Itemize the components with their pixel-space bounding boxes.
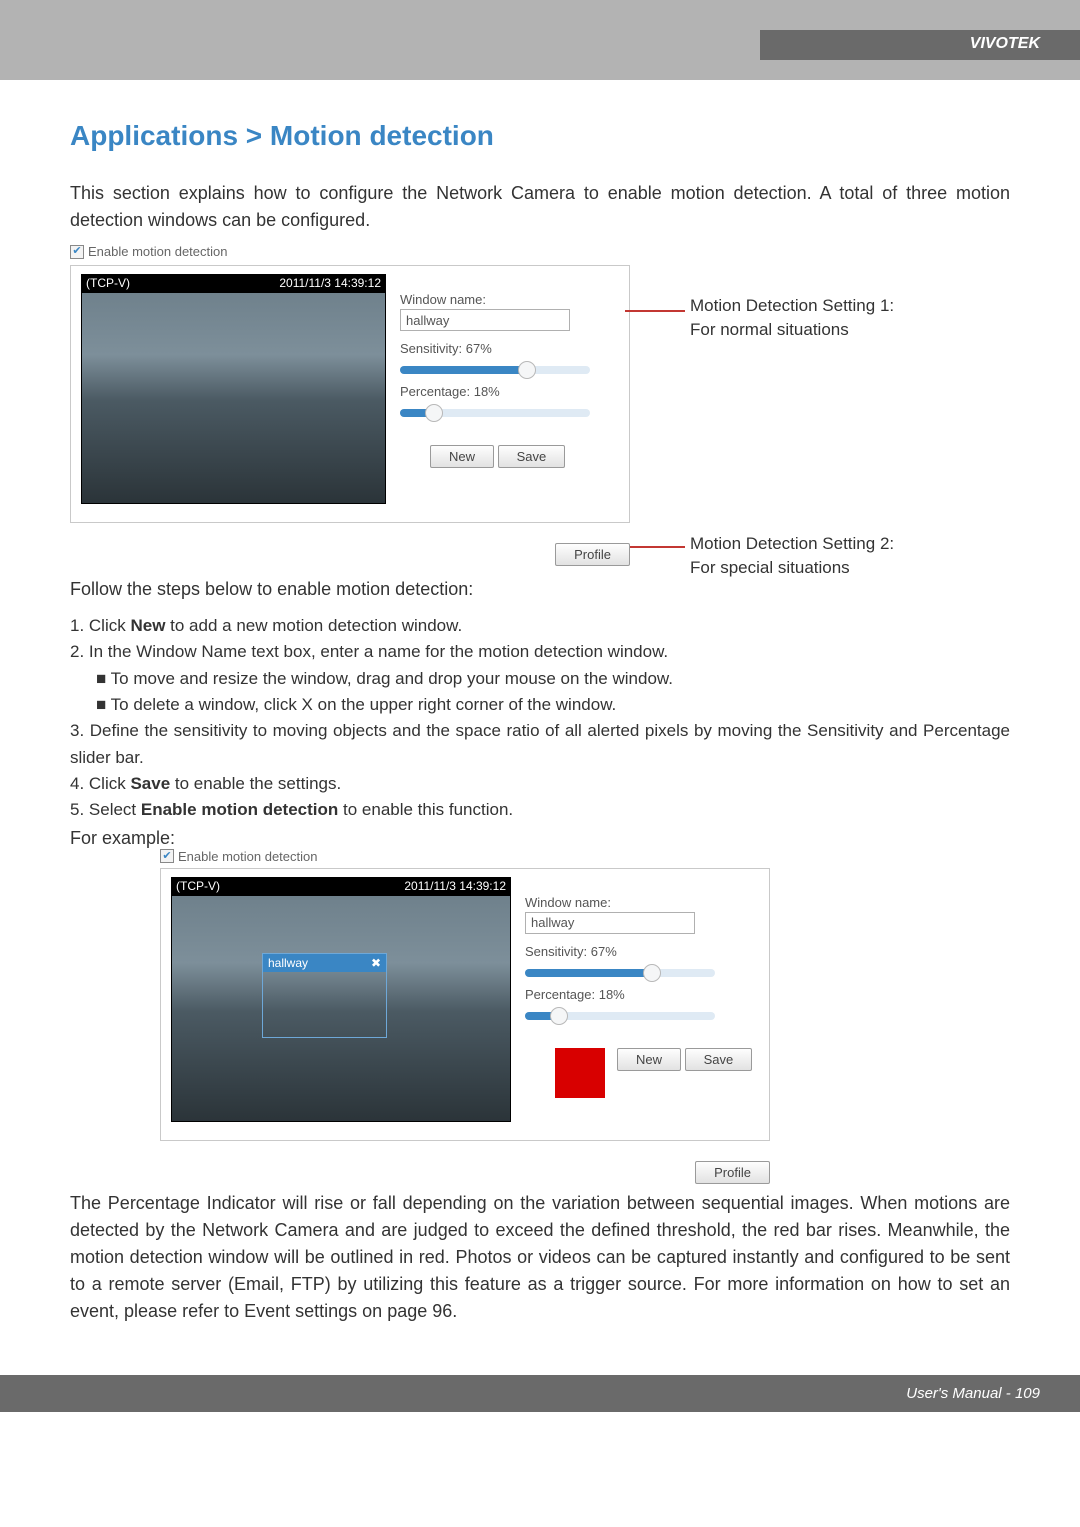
controls-1: Window name: Sensitivity: 67% Percentage… xyxy=(400,274,619,504)
annotation-2-line2: For special situations xyxy=(690,558,850,577)
motion-window[interactable]: hallway ✖ xyxy=(262,953,387,1038)
step-5: 5. Select Enable motion detection to ena… xyxy=(70,797,1010,823)
timestamp-1: 2011/11/3 14:39:12 xyxy=(279,276,381,292)
percentage-slider-2[interactable] xyxy=(525,1012,715,1020)
annotation-1-line1: Motion Detection Setting 1: xyxy=(690,296,894,315)
steps-intro: Follow the steps below to enable motion … xyxy=(70,576,1010,603)
new-button-1[interactable]: New xyxy=(430,445,494,468)
controls-2: Window name: Sensitivity: 67% Percentage… xyxy=(525,877,759,1122)
enable-checkbox-2[interactable]: ✔ xyxy=(160,849,174,863)
step-1: 1. Click New to add a new motion detecti… xyxy=(70,613,1010,639)
step-2a: ■ To move and resize the window, drag an… xyxy=(70,666,1010,692)
steps-list: 1. Click New to add a new motion detecti… xyxy=(70,613,1010,824)
enable-label-1: Enable motion detection xyxy=(88,244,227,259)
window-name-label-1: Window name: xyxy=(400,292,619,307)
new-button-2[interactable]: New xyxy=(617,1048,681,1071)
enable-row-1: ✔ Enable motion detection xyxy=(70,244,1010,259)
sensitivity-slider-2[interactable] xyxy=(525,969,715,977)
brand-band: VIVOTEK xyxy=(760,30,1080,60)
brand-text: VIVOTEK xyxy=(970,35,1040,52)
annotation-2-line1: Motion Detection Setting 2: xyxy=(690,534,894,553)
sensitivity-slider-1[interactable] xyxy=(400,366,590,374)
close-icon[interactable]: ✖ xyxy=(371,956,381,970)
panel2-wrap: ✔ Enable motion detection (TCP-V) 2011/1… xyxy=(70,849,1010,1184)
save-button-2[interactable]: Save xyxy=(685,1048,753,1071)
stream-name-1: (TCP-V) xyxy=(86,276,130,292)
sensitivity-label-1: Sensitivity: 67% xyxy=(400,341,619,356)
motion-window-label: hallway xyxy=(268,956,308,970)
settings-panel-1: (TCP-V) 2011/11/3 14:39:12 Window name: … xyxy=(70,265,630,523)
page-footer: User's Manual - 109 xyxy=(0,1375,1080,1412)
video-preview-1: (TCP-V) 2011/11/3 14:39:12 xyxy=(81,274,386,504)
timestamp-2: 2011/11/3 14:39:12 xyxy=(404,879,506,895)
profile-button-1[interactable]: Profile xyxy=(555,543,630,566)
profile-row-1: Profile xyxy=(70,543,630,566)
page-title: Applications > Motion detection xyxy=(70,120,1010,152)
profile-row-2: Profile xyxy=(70,1161,770,1184)
enable-row-2: ✔ Enable motion detection xyxy=(160,849,1010,864)
enable-checkbox-1[interactable]: ✔ xyxy=(70,245,84,259)
footer-text: User's Manual - 109 xyxy=(906,1385,1040,1402)
annotation-line-1 xyxy=(625,310,685,312)
intro-text: This section explains how to configure t… xyxy=(70,180,1010,234)
profile-button-2[interactable]: Profile xyxy=(695,1161,770,1184)
page-header: VIVOTEK xyxy=(0,0,1080,80)
step-2: 2. In the Window Name text box, enter a … xyxy=(70,639,1010,665)
settings-panel-2: (TCP-V) 2011/11/3 14:39:12 hallway ✖ Win… xyxy=(160,868,770,1141)
percentage-slider-1[interactable] xyxy=(400,409,590,417)
window-name-input-1[interactable] xyxy=(400,309,570,331)
stream-name-2: (TCP-V) xyxy=(176,879,220,895)
percentage-label-2: Percentage: 18% xyxy=(525,987,759,1002)
annotation-2: Motion Detection Setting 2: For special … xyxy=(690,532,894,580)
closing-text: The Percentage Indicator will rise or fa… xyxy=(70,1190,1010,1325)
window-name-label-2: Window name: xyxy=(525,895,759,910)
enable-label-2: Enable motion detection xyxy=(178,849,317,864)
panel1-wrap: ✔ Enable motion detection (TCP-V) 2011/1… xyxy=(70,244,1010,566)
annotation-1: Motion Detection Setting 1: For normal s… xyxy=(690,294,894,342)
annotation-1-line2: For normal situations xyxy=(690,320,849,339)
percentage-label-1: Percentage: 18% xyxy=(400,384,619,399)
step-4: 4. Click Save to enable the settings. xyxy=(70,771,1010,797)
annotation-line-2 xyxy=(630,546,685,548)
window-name-input-2[interactable] xyxy=(525,912,695,934)
video-preview-2: (TCP-V) 2011/11/3 14:39:12 hallway ✖ xyxy=(171,877,511,1122)
sensitivity-label-2: Sensitivity: 67% xyxy=(525,944,759,959)
save-button-1[interactable]: Save xyxy=(498,445,566,468)
for-example-label: For example: xyxy=(70,828,1010,849)
step-3: 3. Define the sensitivity to moving obje… xyxy=(70,718,1010,771)
step-2b: ■ To delete a window, click X on the upp… xyxy=(70,692,1010,718)
percentage-indicator xyxy=(555,1048,605,1098)
